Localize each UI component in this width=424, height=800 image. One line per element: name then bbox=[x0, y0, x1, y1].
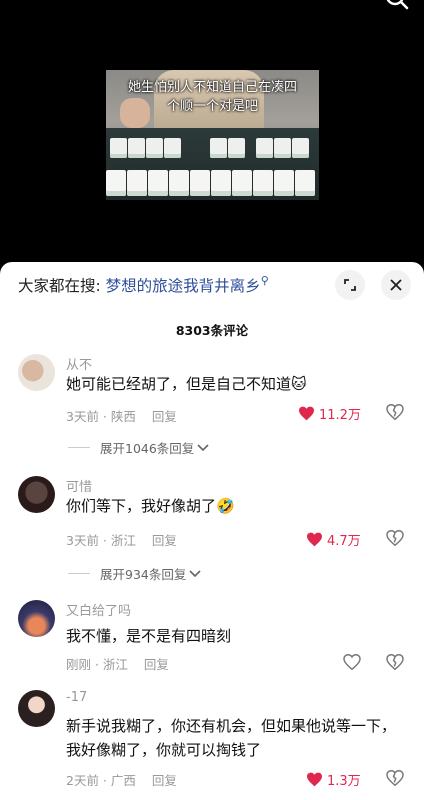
search-keyword[interactable]: 梦想的旅途我背井离乡 bbox=[106, 277, 261, 295]
comment-username[interactable]: 可惜 bbox=[66, 476, 92, 495]
comment-username[interactable]: 又白给了吗 bbox=[66, 600, 131, 619]
reply-button[interactable]: 回复 bbox=[152, 533, 177, 548]
like-count: 11.2万 bbox=[319, 408, 361, 423]
comment-meta: 3天前 · 陕西 回复 bbox=[66, 409, 177, 424]
caption-line-1: 她生怕别人不知道自己在凑四 bbox=[127, 80, 297, 95]
comment-count: 8303条评论 bbox=[175, 323, 249, 338]
heart-icon bbox=[299, 406, 314, 421]
comment-meta: 3天前 · 浙江 回复 bbox=[66, 533, 177, 548]
like-count: 1.3万 bbox=[327, 774, 361, 789]
search-suggestion[interactable]: 大家都在搜: 梦想的旅途我背井离乡⚲ bbox=[18, 274, 269, 295]
video-caption: 她生怕别人不知道自己在凑四 个顺一个对是吧 bbox=[106, 78, 319, 116]
heart-icon bbox=[307, 532, 322, 547]
comment-username[interactable]: -17 bbox=[66, 690, 87, 705]
chevron-down-icon bbox=[189, 569, 201, 577]
avatar[interactable] bbox=[18, 476, 55, 513]
video-frame: 她生怕别人不知道自己在凑四 个顺一个对是吧 bbox=[106, 70, 319, 200]
comment-text: 你们等下，我好像胡了🤣 bbox=[66, 497, 235, 515]
chevron-down-icon bbox=[197, 443, 209, 451]
broken-heart-icon[interactable] bbox=[386, 770, 404, 786]
collapse-button[interactable] bbox=[335, 270, 365, 300]
heart-outline-icon[interactable] bbox=[343, 654, 361, 670]
like-button[interactable]: 1.3万 bbox=[306, 770, 361, 789]
comment-meta: 2天前 · 广西 回复 bbox=[66, 773, 177, 788]
avatar[interactable] bbox=[18, 690, 55, 727]
reply-button[interactable]: 回复 bbox=[152, 409, 177, 424]
like-button[interactable]: 11.2万 bbox=[298, 404, 361, 423]
video-player[interactable]: 她生怕别人不知道自己在凑四 个顺一个对是吧 bbox=[0, 0, 424, 262]
avatar[interactable] bbox=[18, 354, 55, 391]
comment-username[interactable]: 从不 bbox=[66, 354, 92, 373]
close-button[interactable] bbox=[381, 270, 411, 300]
heart-icon bbox=[307, 772, 322, 787]
expand-replies-button[interactable]: 展开934条回复 bbox=[68, 564, 201, 583]
comment-text: 她可能已经胡了，但是自己不知道🐱 bbox=[66, 375, 307, 393]
expand-replies-button[interactable]: 展开1046条回复 bbox=[68, 438, 209, 457]
comments-panel: 大家都在搜: 梦想的旅途我背井离乡⚲ 8303条评论 从不 她可能已经胡了，但是… bbox=[0, 262, 424, 800]
cat-emoji-icon: 🐱 bbox=[291, 375, 307, 393]
close-icon bbox=[390, 279, 402, 291]
broken-heart-icon[interactable] bbox=[386, 530, 404, 546]
search-icon[interactable] bbox=[384, 0, 410, 14]
comment-text: 我不懂，是不是有四暗刻 bbox=[66, 627, 232, 645]
search-icon: ⚲ bbox=[260, 274, 269, 287]
reply-button[interactable]: 回复 bbox=[152, 773, 177, 788]
like-count: 4.7万 bbox=[327, 534, 361, 549]
search-prefix: 大家都在搜: bbox=[18, 277, 101, 295]
broken-heart-icon[interactable] bbox=[386, 404, 404, 420]
comment-text: 新手说我糊了，你还有机会，但如果他说等一下，我好像糊了，你就可以掏钱了 bbox=[66, 717, 397, 759]
avatar[interactable] bbox=[18, 600, 55, 637]
like-button[interactable]: 4.7万 bbox=[306, 530, 361, 549]
caption-line-2: 个顺一个对是吧 bbox=[166, 99, 258, 114]
broken-heart-icon[interactable] bbox=[386, 654, 404, 670]
reply-button[interactable]: 回复 bbox=[144, 657, 169, 672]
comment-meta: 刚刚 · 浙江 回复 bbox=[66, 657, 169, 672]
laughing-emoji-icon: 🤣 bbox=[216, 497, 235, 515]
collapse-icon bbox=[344, 279, 356, 291]
